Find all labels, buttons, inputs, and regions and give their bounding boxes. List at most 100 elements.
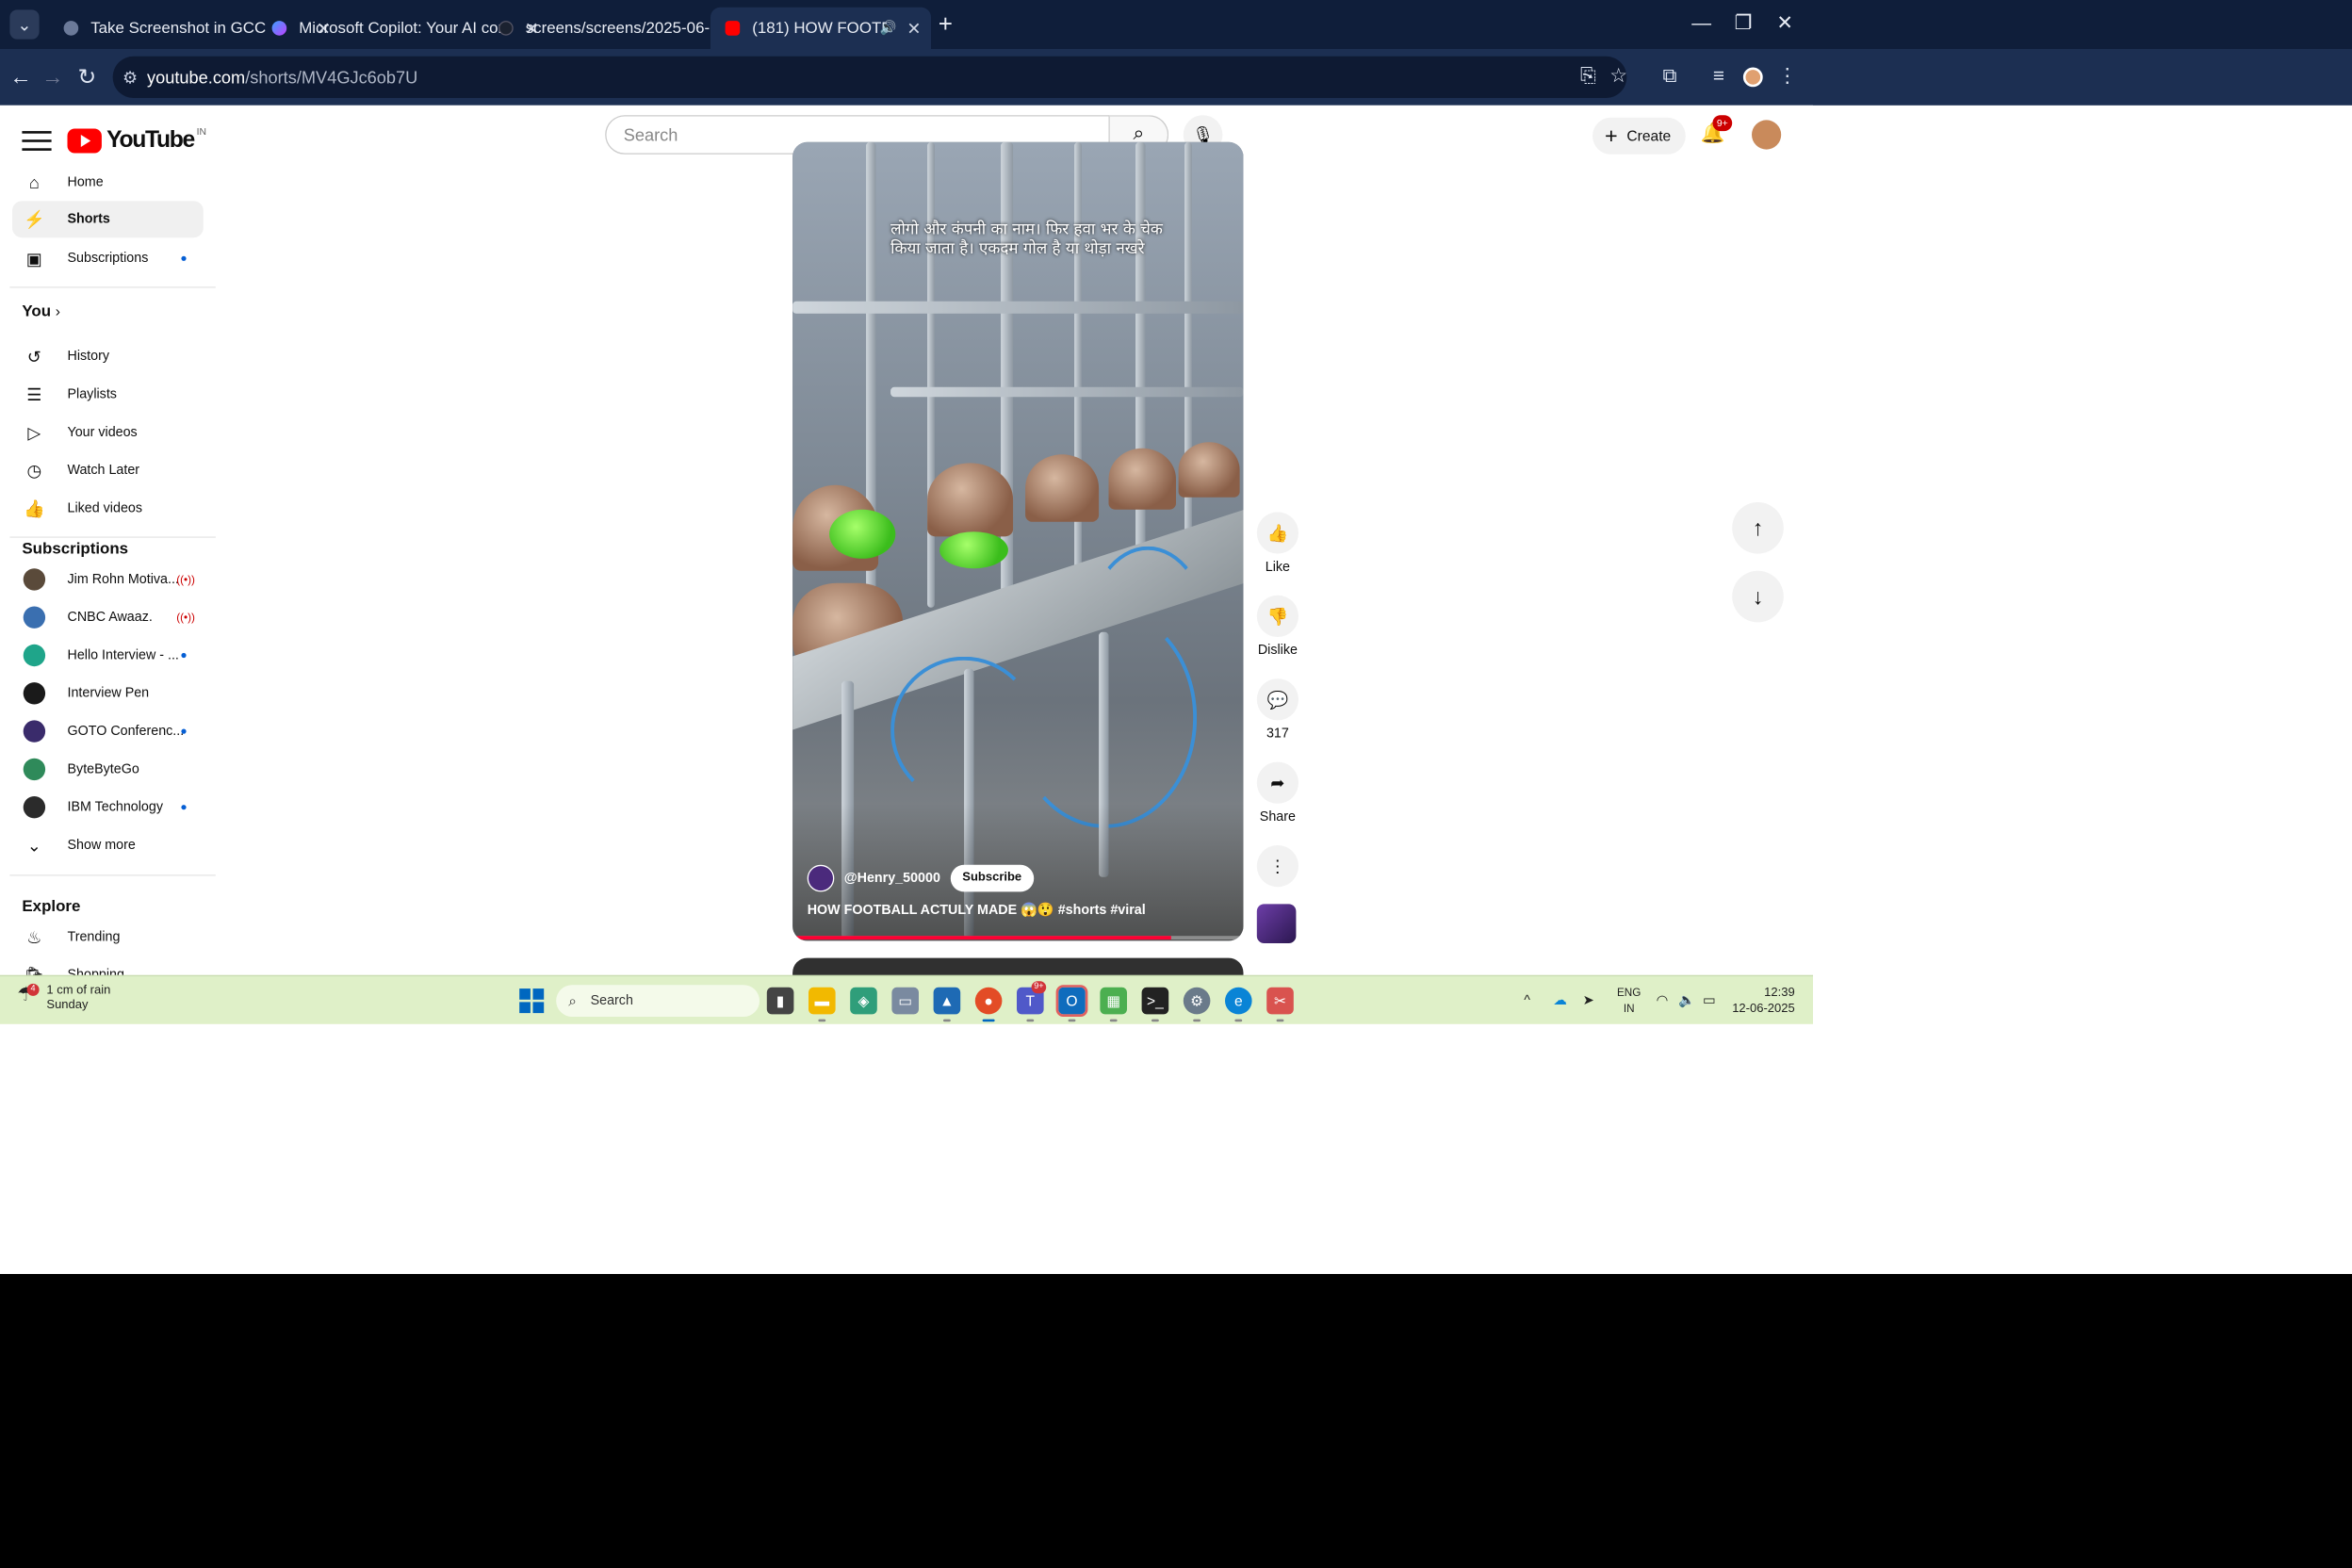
video-title[interactable]: HOW FOOTBALL ACTULY MADE 😱😲 #shorts #vir… <box>808 902 1146 918</box>
dislike-action[interactable]: 👎 Dislike <box>1256 595 1298 658</box>
your-videos-icon: ▷ <box>27 422 41 443</box>
back-button[interactable]: ← <box>5 61 37 93</box>
volume-icon[interactable]: 🔈 <box>1678 976 1695 1025</box>
ball-mould <box>1108 448 1176 510</box>
screen: ⌄ Take Screenshot in GCC ✕ Microsoft Cop… <box>0 0 2352 1323</box>
sidebar-channel-goto-conferences[interactable]: GOTO Conferenc... <box>12 713 204 750</box>
terminal-icon[interactable]: >_ <box>1141 987 1169 1022</box>
bookmark-star-icon[interactable]: ☆ <box>1609 57 1627 98</box>
channel-avatar[interactable] <box>807 864 835 892</box>
install-app-icon[interactable]: ⎘ <box>1580 57 1596 98</box>
site-info-icon[interactable]: ⚙ <box>122 57 138 98</box>
sidebar-channel-hello-interview[interactable]: Hello Interview - ... <box>12 637 204 674</box>
machine-pipe <box>927 141 935 608</box>
thumbs-down-icon[interactable]: 👎 <box>1256 595 1298 637</box>
sidebar-item-watch-later[interactable]: ◷ Watch Later <box>12 452 204 489</box>
close-icon[interactable]: ✕ <box>906 8 921 49</box>
sidebar-item-history[interactable]: ↺ History <box>12 338 204 375</box>
search-icon: ⌕ <box>568 992 577 1010</box>
sidebar-item-trending[interactable]: ♨ Trending <box>12 919 204 956</box>
sidebar-item-subscriptions[interactable]: ▣ Subscriptions <box>12 240 204 277</box>
sidebar-item-your-videos[interactable]: ▷ Your videos <box>12 414 204 450</box>
tab-title: Microsoft Copilot: Your AI comp <box>299 18 508 38</box>
thumbs-up-icon[interactable]: 👍 <box>1256 512 1298 554</box>
sidebar-item-shorts[interactable]: ⚡ Shorts <box>12 201 204 238</box>
charts-app-icon[interactable]: ▦ <box>1100 987 1127 1022</box>
window-app-icon[interactable]: ▭ <box>891 987 919 1015</box>
wifi-icon[interactable]: ◠ <box>1657 976 1668 1025</box>
chrome-icon[interactable]: ● <box>974 987 1003 1022</box>
comments-action[interactable]: 💬 317 <box>1256 678 1298 742</box>
sidebar-item-liked-videos[interactable]: 👍 Liked videos <box>12 490 204 527</box>
live-icon: ((•)) <box>176 573 195 586</box>
more-action[interactable]: ⋮ <box>1256 844 1298 888</box>
channel-name[interactable]: @Henry_50000 <box>844 871 940 886</box>
machine-rail <box>792 301 1244 314</box>
browser-menu-icon[interactable]: ⋮ <box>1772 61 1804 93</box>
video-progress-bar[interactable] <box>792 936 1244 940</box>
youtube-logo[interactable]: YouTube IN <box>67 125 206 155</box>
onedrive-icon[interactable]: ☁ <box>1553 976 1566 1025</box>
outlook-icon[interactable]: O <box>1055 985 1088 1022</box>
tab-search-button[interactable]: ⌄ <box>9 9 40 40</box>
settings-gear-icon[interactable]: ⚙ <box>1183 987 1211 1022</box>
like-action[interactable]: 👍 Like <box>1256 512 1298 575</box>
edge-icon[interactable]: e <box>1225 987 1252 1022</box>
show-more-button[interactable]: ⌄ Show more <box>12 826 204 863</box>
show-hidden-icons[interactable]: ^ <box>1524 976 1530 1025</box>
media-control-icon[interactable]: ≡ <box>1703 61 1735 93</box>
you-heading[interactable]: You › <box>22 302 60 320</box>
teams-icon[interactable]: T 9+ <box>1017 981 1047 1022</box>
machine-pipe <box>866 141 876 657</box>
share-action[interactable]: ➦ Share <box>1256 761 1298 825</box>
forward-button[interactable]: → <box>37 61 69 93</box>
profile-icon[interactable] <box>1737 61 1769 93</box>
copilot-app-icon[interactable]: ◈ <box>850 987 877 1015</box>
tab-youtube-shorts[interactable]: (181) HOW FOOTBALL ACTU 🔊 ✕ <box>710 7 931 50</box>
location-icon[interactable]: ➤ <box>1583 976 1594 1025</box>
sidebar-channel-cnbc-awaaz[interactable]: CNBC Awaaz. ((•)) <box>12 599 204 636</box>
taskbar-search[interactable]: ⌕ Search <box>556 985 760 1017</box>
battery-icon[interactable]: ▭ <box>1703 976 1716 1025</box>
shorts-video-player[interactable]: लोगो और कंपनी का नाम। फिर हवा भर के चेक … <box>792 141 1244 941</box>
share-icon[interactable]: ➦ <box>1256 761 1298 804</box>
tab-strip: ⌄ Take Screenshot in GCC ✕ Microsoft Cop… <box>0 0 2352 50</box>
sidebar-channel-interview-pen[interactable]: Interview Pen <box>12 675 204 711</box>
new-tab-button[interactable]: + <box>939 8 953 41</box>
next-short-button[interactable]: ↓ <box>1732 570 1784 623</box>
account-avatar[interactable] <box>1751 120 1782 150</box>
channel-avatar <box>23 795 46 819</box>
reload-button[interactable]: ↻ <box>71 61 103 93</box>
windows-start-icon[interactable] <box>519 988 545 1014</box>
sidebar-channel-jim-rohn[interactable]: Jim Rohn Motiva... ((•)) <box>12 561 204 597</box>
share-label: Share <box>1259 809 1296 825</box>
sidebar-item-home[interactable]: ⌂ Home <box>12 174 204 202</box>
create-button[interactable]: + Create <box>1592 117 1686 155</box>
browser-window: ⌄ Take Screenshot in GCC ✕ Microsoft Cop… <box>0 0 2352 1275</box>
address-bar[interactable]: ⚙ youtube.com/shorts/MV4GJc6ob7U ⎘ ☆ <box>112 56 1627 98</box>
speaker-icon[interactable]: 🔊 <box>880 8 897 49</box>
extensions-icon[interactable]: ⧉ <box>1654 61 1686 93</box>
sound-thumbnail[interactable] <box>1256 904 1297 943</box>
weather-widget[interactable]: ☂ 4 1 cm of rain Sunday <box>17 983 110 1013</box>
comment-icon[interactable]: 💬 <box>1256 678 1298 721</box>
close-window-button[interactable]: ✕ <box>1756 0 1813 49</box>
photos-icon[interactable]: ▲ <box>933 987 961 1022</box>
sidebar-channel-ibm-technology[interactable]: IBM Technology <box>12 789 204 825</box>
previous-short-button[interactable]: ↑ <box>1732 502 1784 554</box>
input-language[interactable]: ENG IN <box>1617 985 1641 1017</box>
file-explorer-icon[interactable]: ▬ <box>808 987 836 1022</box>
sidebar-channel-bytebytego[interactable]: ByteByteGo <box>12 751 204 788</box>
sidebar-item-playlists[interactable]: ☰ Playlists <box>12 376 204 413</box>
snipping-tool-icon[interactable]: ✂ <box>1266 987 1294 1022</box>
channel-row: @Henry_50000 Subscribe <box>807 864 1035 892</box>
new-content-dot <box>181 255 187 261</box>
liked-videos-icon: 👍 <box>24 498 45 518</box>
subscribe-button[interactable]: Subscribe <box>950 864 1035 892</box>
more-vertical-icon[interactable]: ⋮ <box>1256 844 1298 888</box>
url-path: /shorts/MV4GJc6ob7U <box>245 67 418 88</box>
task-view-icon[interactable]: ▮ <box>766 987 794 1015</box>
taskbar-clock[interactable]: 12:39 12-06-2025 <box>1732 985 1795 1017</box>
menu-icon[interactable] <box>22 125 52 155</box>
teams-badge: 9+ <box>1031 981 1047 994</box>
